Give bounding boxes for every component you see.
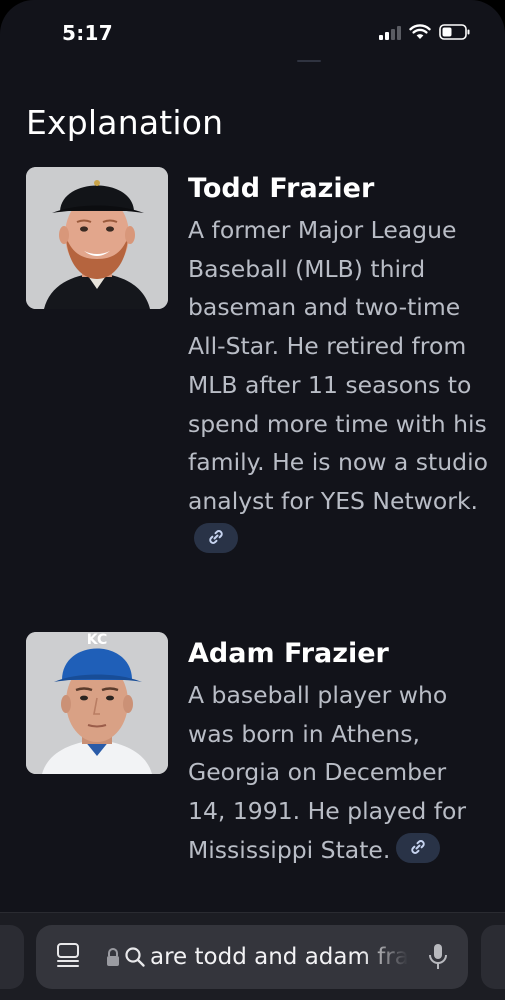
mic-icon xyxy=(428,943,448,975)
adam-frazier-photo[interactable]: KC xyxy=(26,632,168,774)
voice-search-button[interactable] xyxy=(428,943,448,975)
link-icon xyxy=(409,829,427,868)
address-bar[interactable]: are todd and adam fra xyxy=(36,925,468,989)
todd-frazier-photo[interactable] xyxy=(26,167,168,309)
screen: 5:17 Explanation Todd Frazier A former M… xyxy=(0,0,505,1000)
bottom-address-bar: are todd and adam fra xyxy=(0,912,505,1000)
entry-name: Adam Frazier xyxy=(188,638,389,669)
svg-text:KC: KC xyxy=(87,632,108,648)
tabs-icon xyxy=(55,942,81,972)
entry-name: Todd Frazier xyxy=(188,173,375,204)
link-icon xyxy=(207,519,225,558)
search-icon xyxy=(124,946,146,968)
status-bar: 5:17 xyxy=(0,0,505,64)
entry-description: A baseball player who was born in Athens… xyxy=(188,676,488,870)
source-link-button[interactable] xyxy=(194,523,238,554)
lock-icon xyxy=(106,947,120,967)
next-tab-preview[interactable] xyxy=(481,925,505,989)
previous-tab-preview[interactable] xyxy=(0,925,24,989)
section-title: Explanation xyxy=(26,103,224,142)
source-link-button[interactable] xyxy=(396,833,441,864)
tabs-overview-button[interactable] xyxy=(36,942,100,972)
address-query-text[interactable]: are todd and adam fra xyxy=(150,944,408,970)
cellular-signal-icon xyxy=(379,25,401,44)
wifi-icon xyxy=(409,24,431,44)
entry-text: Todd Frazier A former Major League Baseb… xyxy=(188,167,488,559)
entry-text: Adam Frazier A baseball player who was b… xyxy=(188,632,488,870)
battery-icon xyxy=(439,24,471,44)
status-time: 5:17 xyxy=(62,21,113,45)
status-icons xyxy=(379,24,471,44)
entry-description: A former Major League Baseball (MLB) thi… xyxy=(188,211,488,559)
entry-description-text: A former Major League Baseball (MLB) thi… xyxy=(188,216,488,515)
sheet-grab-handle[interactable] xyxy=(297,60,321,62)
